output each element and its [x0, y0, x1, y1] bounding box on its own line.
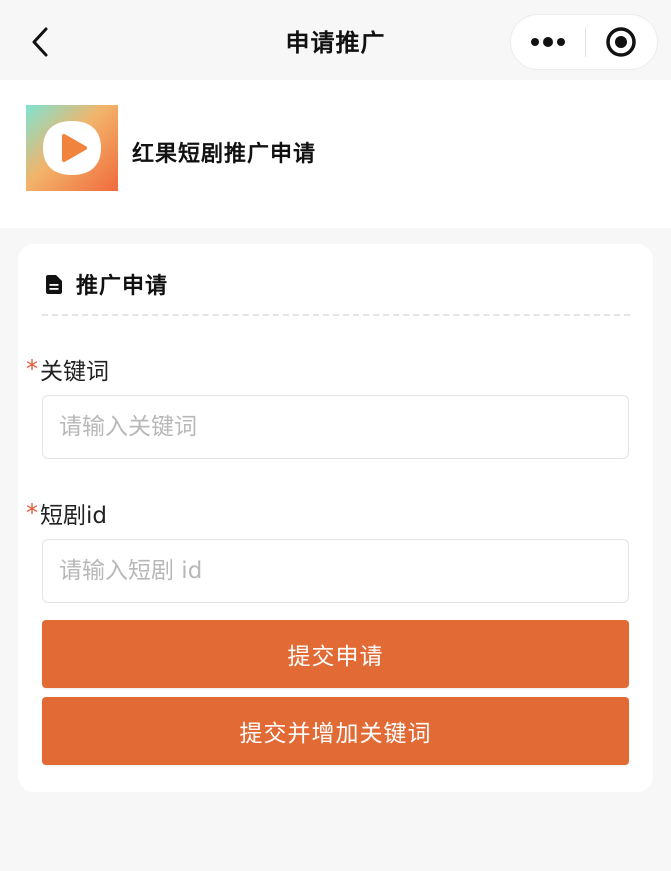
submit-and-add-keyword-button[interactable]: 提交并增加关键词 — [42, 697, 629, 765]
required-mark: * — [26, 499, 38, 527]
more-dots-icon — [530, 37, 565, 47]
document-icon — [46, 274, 62, 294]
app-logo — [26, 105, 118, 191]
app-header: 红果短剧推广申请 — [0, 80, 671, 228]
back-button[interactable] — [22, 22, 58, 62]
section-title: 推广申请 — [76, 274, 169, 299]
play-logo-icon — [43, 121, 101, 175]
close-button[interactable] — [586, 14, 658, 70]
keyword-label-text: 关键词 — [40, 359, 109, 385]
submit-button[interactable]: 提交申请 — [42, 620, 629, 688]
section-header: 推广申请 — [46, 268, 168, 300]
mini-program-capsule — [510, 14, 658, 70]
chevron-left-icon — [32, 27, 48, 57]
app-name: 红果短剧推广申请 — [132, 142, 317, 167]
keyword-label: * 关键词 — [26, 352, 109, 386]
required-mark: * — [26, 355, 38, 383]
navigation-bar: 申请推广 — [0, 0, 671, 80]
drama-id-label: * 短剧id — [26, 496, 107, 530]
more-button[interactable] — [511, 14, 585, 70]
drama-id-label-text: 短剧id — [40, 503, 107, 529]
section-divider — [42, 314, 630, 316]
drama-id-input[interactable] — [42, 539, 629, 603]
application-form-card: 推广申请 * 关键词 * 短剧id 提交申请 提交并增加关键词 — [18, 244, 653, 792]
target-close-icon — [606, 27, 636, 57]
keyword-input[interactable] — [42, 395, 629, 459]
